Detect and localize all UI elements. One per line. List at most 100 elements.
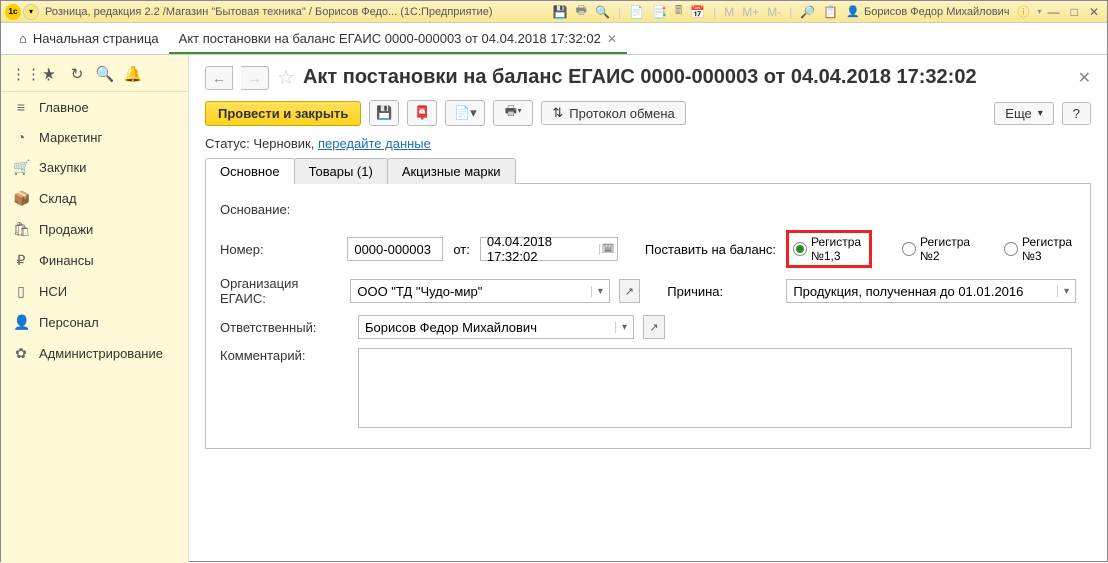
window-title: Розница, редакция 2.2 /Магазин "Бытовая … (45, 6, 492, 18)
m-btn[interactable]: M (722, 5, 736, 19)
sidebar-item-main[interactable]: ≡Главное (1, 92, 188, 122)
radio-register-2[interactable]: Регистра №2 (902, 235, 974, 263)
search-icon[interactable]: 🔍 (95, 65, 115, 83)
calendar-picker-icon[interactable]: 🗓 (599, 244, 617, 255)
zoom-icon[interactable]: 🔎 (798, 5, 817, 19)
window-titlebar: 1c ▾ Розница, редакция 2.2 /Магазин "Быт… (1, 1, 1107, 23)
post-and-close-button[interactable]: Провести и закрыть (205, 101, 361, 126)
register-label: Поставить на баланс: (645, 242, 776, 257)
sidebar-item-sales[interactable]: 🛍Продажи (1, 214, 188, 245)
status-line: Статус: Черновик, передайте данные (205, 136, 1091, 151)
m-minus-btn[interactable]: M- (765, 5, 783, 19)
chevron-down-icon[interactable]: ▾ (615, 322, 633, 333)
current-user[interactable]: 👤 Борисов Федор Михайлович (846, 5, 1009, 18)
tab-excise[interactable]: Акцизные марки (387, 158, 516, 184)
maximize-button[interactable]: □ (1067, 5, 1082, 19)
book-icon: ▯ (13, 283, 29, 300)
org-label: Организация ЕГАИС: (220, 276, 340, 306)
sidebar-item-warehouse[interactable]: 📦Склад (1, 183, 188, 214)
tab-main[interactable]: Основное (205, 158, 295, 184)
more-button[interactable]: Еще▾ (994, 102, 1053, 125)
cart-icon: 🛒 (13, 159, 29, 176)
calendar-icon[interactable]: 📅 (688, 5, 707, 19)
date-field[interactable]: 04.04.2018 17:32:02 🗓 (480, 237, 618, 261)
nav-back-button[interactable]: ← (205, 66, 233, 90)
radio-register-1-3[interactable]: Регистра №1,3 (793, 235, 865, 263)
app-menu-dropdown[interactable]: ▾ (23, 4, 39, 20)
basis-label: Основание: (220, 202, 348, 217)
tab-document[interactable]: Акт постановки на баланс ЕГАИС 0000-0000… (169, 25, 627, 54)
nav-forward-button[interactable]: → (241, 66, 269, 90)
content-area: ← → ☆ Акт постановки на баланс ЕГАИС 000… (189, 55, 1107, 563)
doc-icon[interactable]: 📄 (627, 5, 646, 19)
ruble-icon: ₽ (13, 252, 29, 269)
sidebar: ⋮⋮⋮ ★ ↻ 🔍 🔔 ≡Главное ◔Маркетинг 🛒Закупки… (1, 55, 189, 563)
post-button[interactable]: 📮 (407, 100, 437, 126)
resp-label: Ответственный: (220, 320, 348, 335)
chevron-down-icon[interactable]: ▾ (1057, 286, 1075, 297)
protocol-button[interactable]: ⇅ Протокол обмена (541, 101, 685, 125)
app-logo-icon: 1c (5, 4, 21, 20)
info-icon[interactable]: ⓘ (1016, 3, 1032, 20)
print-icon[interactable]: 🖶 (574, 1, 589, 22)
page-title: Акт постановки на баланс ЕГАИС 0000-0000… (303, 66, 977, 89)
number-label: Номер: (220, 242, 337, 257)
bell-icon[interactable]: 🔔 (123, 65, 143, 83)
calc-icon[interactable]: 🖩 (673, 1, 684, 22)
radio-register-3[interactable]: Регистра №3 (1004, 235, 1076, 263)
status-link[interactable]: передайте данные (318, 136, 431, 151)
sidebar-item-finance[interactable]: ₽Финансы (1, 245, 188, 276)
apps-icon[interactable]: ⋮⋮⋮ (11, 65, 31, 83)
chevron-down-icon: ▾ (1038, 108, 1043, 119)
titlebar-tool-icons: 💾 🖶 🔍 | 📄 📑 🖩 📅 | M M+ M- | 🔎 📋 (551, 1, 841, 22)
compare-icon[interactable]: 📑 (650, 5, 669, 19)
close-button[interactable]: ✕ (1085, 5, 1103, 19)
sidebar-item-staff[interactable]: 👤Персонал (1, 307, 188, 338)
user-icon: 👤 (846, 5, 860, 18)
minimize-button[interactable]: — (1044, 5, 1064, 19)
info-dropdown[interactable]: ▾ (1036, 7, 1044, 16)
star-icon[interactable]: ★ (39, 65, 59, 83)
sidebar-item-admin[interactable]: ✿Администрирование (1, 338, 188, 369)
top-tabstrip: ⌂ Начальная страница Акт постановки на б… (1, 23, 1107, 55)
create-based-on-button[interactable]: 📄▾ (445, 100, 485, 126)
exchange-icon: ⇅ (552, 105, 563, 121)
sidebar-item-purchases[interactable]: 🛒Закупки (1, 152, 188, 183)
from-label: от: (453, 242, 470, 257)
clipboard-icon[interactable]: 📋 (821, 5, 840, 19)
bag-icon: 🛍 (13, 221, 29, 238)
number-field[interactable] (347, 237, 443, 261)
gear-icon: ✿ (13, 345, 29, 362)
box-icon: 📦 (13, 190, 29, 207)
responsible-field[interactable]: Борисов Федор Михайлович ▾ (358, 315, 634, 339)
close-page-icon[interactable]: ✕ (1078, 68, 1091, 88)
preview-icon[interactable]: 🔍 (593, 5, 612, 19)
org-field[interactable]: ООО "ТД "Чудо-мир" ▾ (350, 279, 610, 303)
print-dropdown-button[interactable]: 🖶▾ (493, 100, 533, 126)
sidebar-item-marketing[interactable]: ◔Маркетинг (1, 122, 188, 152)
help-button[interactable]: ? (1062, 102, 1091, 125)
reason-field[interactable]: Продукция, полученная до 01.01.2016 ▾ (786, 279, 1076, 303)
person-icon: 👤 (13, 314, 29, 331)
favorite-star-icon[interactable]: ☆ (277, 65, 295, 90)
m-plus-btn[interactable]: M+ (740, 5, 761, 19)
command-bar: Провести и закрыть 💾 📮 📄▾ 🖶▾ ⇅ Протокол … (205, 100, 1091, 126)
close-tab-icon[interactable]: ✕ (607, 32, 617, 46)
org-open-button[interactable]: ↗ (619, 279, 640, 303)
window-controls: — □ ✕ (1044, 5, 1103, 19)
form-panel: Основание: Номер: от: 04.04.2018 17:32:0… (205, 184, 1091, 449)
form-tabs: Основное Товары (1) Акцизные марки (205, 157, 1091, 184)
sidebar-toolrow: ⋮⋮⋮ ★ ↻ 🔍 🔔 (1, 59, 188, 92)
save-button[interactable]: 💾 (369, 100, 399, 126)
sidebar-item-nsi[interactable]: ▯НСИ (1, 276, 188, 307)
reason-label: Причина: (667, 284, 776, 299)
highlight-box: Регистра №1,3 (786, 230, 872, 268)
tab-goods[interactable]: Товары (1) (294, 158, 388, 184)
comment-field[interactable] (358, 348, 1072, 428)
save-icon[interactable]: 💾 (551, 5, 570, 19)
pie-icon: ◔ (13, 129, 29, 145)
history-icon[interactable]: ↻ (67, 65, 87, 83)
chevron-down-icon[interactable]: ▾ (591, 286, 609, 297)
resp-open-button[interactable]: ↗ (643, 315, 665, 339)
tab-home[interactable]: ⌂ Начальная страница (9, 25, 169, 54)
